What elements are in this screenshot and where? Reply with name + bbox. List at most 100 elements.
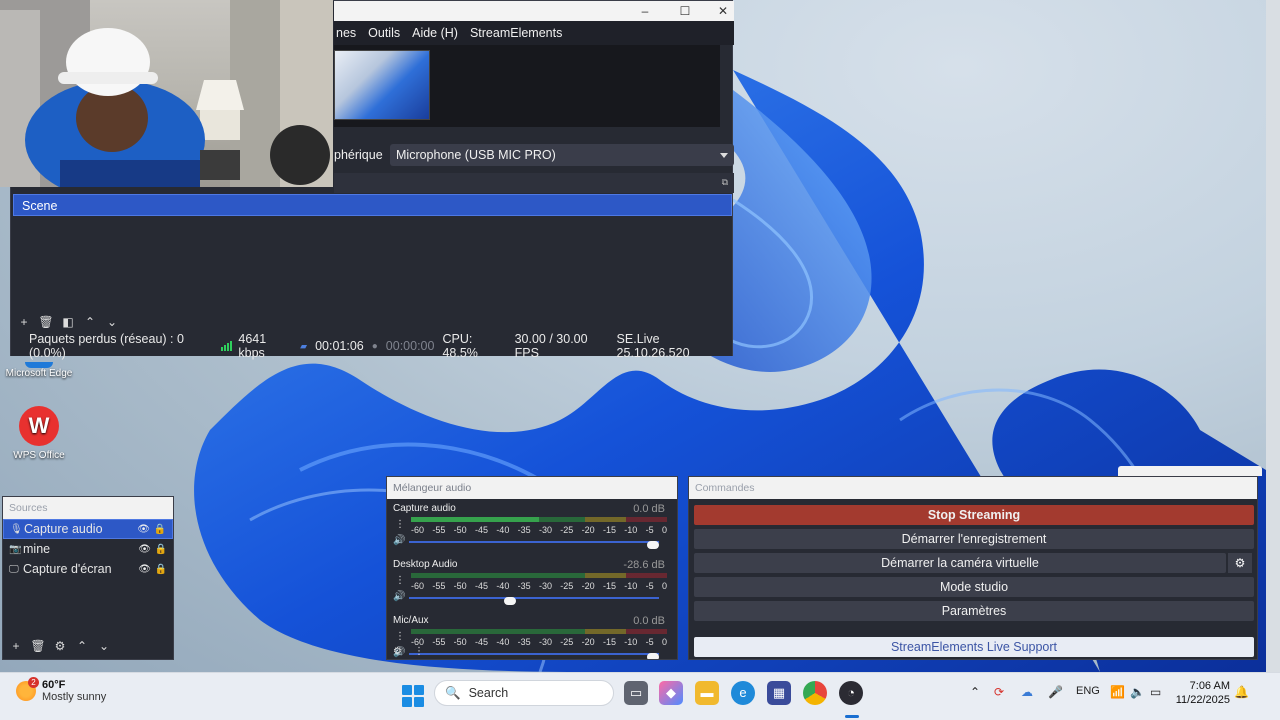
move-down-icon[interactable]: ⌄	[95, 637, 113, 655]
scale-tick: -35	[517, 525, 531, 535]
file-explorer-icon[interactable]: ▬	[695, 681, 719, 705]
kebab-menu-icon[interactable]: ⋮	[395, 519, 405, 530]
obs-icon[interactable]: ◔	[839, 681, 863, 705]
lock-icon[interactable]: 🔒	[154, 524, 166, 535]
virtual-camera-button[interactable]: Démarrer la caméra virtuelle	[694, 553, 1226, 573]
volume-handle[interactable]	[647, 653, 659, 659]
move-up-icon[interactable]: ⌃	[81, 313, 99, 331]
trash-icon[interactable]: 🗑	[37, 313, 55, 331]
clock[interactable]: 7:06 AM 11/22/2025	[1176, 679, 1230, 707]
speaker-icon[interactable]: 🔊	[393, 591, 405, 602]
scale-tick: -5	[645, 637, 654, 647]
weather-condition: Mostly sunny	[42, 691, 107, 703]
volume-row: 🔊	[393, 591, 669, 605]
scale-tick: -60	[411, 525, 425, 535]
undock-icon[interactable]: ⧉	[722, 177, 728, 188]
menu-help[interactable]: Aide (H)	[412, 26, 458, 40]
chevron-up-icon[interactable]: ⌃	[970, 685, 980, 699]
kebab-menu-icon[interactable]: ⋮	[395, 575, 405, 586]
move-down-icon[interactable]: ⌄	[103, 313, 121, 331]
desktop-icon-wps[interactable]: W WPS Office	[4, 406, 74, 461]
weather-widget[interactable]: 2 60°F Mostly sunny	[16, 677, 107, 703]
start-button[interactable]	[402, 685, 424, 707]
kebab-menu-icon[interactable]: ⋮	[395, 631, 405, 642]
wifi-icon[interactable]: 📶	[1110, 685, 1125, 699]
channel-db: -28.6 dB	[623, 559, 665, 571]
scale-tick: -35	[517, 581, 531, 591]
source-label: Capture audio	[24, 522, 103, 536]
store-icon[interactable]: ▦	[767, 681, 791, 705]
menubar: nes Outils Aide (H) StreamElements	[334, 21, 734, 45]
transitions-dock-tab[interactable]	[1118, 466, 1262, 476]
bitrate: 4641 kbps	[238, 332, 267, 360]
copilot-icon[interactable]: ◆	[659, 681, 683, 705]
add-icon[interactable]: +	[15, 313, 33, 331]
lock-icon[interactable]: 🔒	[155, 544, 167, 555]
bell-icon[interactable]: 🔔	[1234, 685, 1249, 699]
task-view-icon[interactable]: ▭	[624, 681, 648, 705]
volume-handle[interactable]	[647, 541, 659, 549]
scale-tick: -50	[453, 581, 467, 591]
eye-icon[interactable]: 👁	[138, 544, 151, 555]
active-app-indicator	[845, 715, 859, 718]
close-icon[interactable]: ✕	[708, 3, 738, 19]
scale-tick: -40	[496, 581, 510, 591]
level-meter	[411, 517, 667, 522]
language-indicator[interactable]: ENG	[1076, 685, 1100, 697]
source-item-screen-capture[interactable]: 🖵 Capture d'écran 👁 🔒	[3, 559, 173, 579]
microphone-icon[interactable]: 🎤	[1048, 685, 1063, 699]
menu-tools[interactable]: Outils	[368, 26, 400, 40]
advanced-audio-icon[interactable]: ⚙	[393, 646, 402, 657]
scene-item[interactable]: Scene	[13, 194, 732, 216]
record-time: 00:00:00	[385, 339, 435, 353]
start-recording-button[interactable]: Démarrer l'enregistrement	[694, 529, 1254, 549]
kebab-menu-icon[interactable]: ⋮	[414, 646, 424, 657]
trash-icon[interactable]: 🗑	[29, 637, 47, 655]
scale-tick: -30	[538, 637, 552, 647]
stop-streaming-button[interactable]: Stop Streaming	[694, 505, 1254, 525]
source-item-capture-audio[interactable]: 🎙 Capture audio 👁 🔒	[3, 519, 173, 539]
clock-time: 7:06 AM	[1189, 680, 1230, 692]
speaker-icon[interactable]: 🔈	[1130, 685, 1145, 699]
filter-icon[interactable]: ◧	[59, 313, 77, 331]
source-item-mine[interactable]: 📷 mine 👁 🔒	[3, 539, 173, 559]
gear-icon[interactable]: ⚙	[1228, 553, 1252, 573]
scale-tick: -45	[474, 637, 488, 647]
live-support-button[interactable]: StreamElements Live Support	[694, 637, 1254, 657]
menu-scenes[interactable]: nes	[336, 26, 356, 40]
source-label: Capture d'écran	[23, 562, 112, 576]
eye-icon[interactable]: 👁	[137, 524, 150, 535]
add-icon[interactable]: +	[7, 637, 25, 655]
stream-time: 00:01:06	[315, 339, 364, 353]
eye-icon[interactable]: 👁	[138, 564, 151, 575]
gear-icon[interactable]: ⚙	[51, 637, 69, 655]
meter-scale: -60 -55 -50 -45 -40 -35 -30 -25 -20 -15 -10 -5 0	[411, 525, 667, 535]
mixer-toolbar: ⚙ ⋮	[393, 646, 424, 657]
onedrive-icon[interactable]: ☁	[1021, 685, 1033, 699]
volume-slider[interactable]	[409, 541, 659, 549]
lock-icon[interactable]: 🔒	[155, 564, 167, 575]
taskbar-search[interactable]: 🔍 Search	[434, 680, 614, 706]
volume-slider[interactable]	[409, 597, 659, 605]
battery-icon[interactable]: ▭	[1150, 685, 1161, 699]
speaker-icon[interactable]: 🔊	[393, 535, 405, 546]
sources-dock: Sources 🎙 Capture audio 👁 🔒 📷 mine 👁 🔒 🖵…	[2, 496, 174, 660]
desktop-icon-edge[interactable]: Microsoft Edge	[4, 362, 74, 379]
volume-slider[interactable]	[409, 653, 659, 659]
move-up-icon[interactable]: ⌃	[73, 637, 91, 655]
edge-icon[interactable]: e	[731, 681, 755, 705]
minimize-icon[interactable]: –	[630, 3, 660, 19]
fps: 30.00 / 30.00 FPS	[514, 332, 588, 360]
menu-streamelements[interactable]: StreamElements	[470, 26, 562, 40]
studio-mode-button[interactable]: Mode studio	[694, 577, 1254, 597]
meter-scale: -60 -55 -50 -45 -40 -35 -30 -25 -20 -15 -10 -5 0	[411, 581, 667, 591]
titlebar: – ☐ ✕	[334, 1, 734, 21]
audio-mixer-dock: Mélangeur audio Capture audio 0.0 dB ⋮ -60-…	[386, 476, 678, 660]
maximize-icon[interactable]: ☐	[670, 3, 700, 19]
volume-handle[interactable]	[504, 597, 516, 605]
device-select[interactable]: Microphone (USB MIC PRO)	[390, 144, 734, 166]
chrome-icon[interactable]	[803, 681, 827, 705]
settings-button[interactable]: Paramètres	[694, 601, 1254, 621]
scale-tick: -30	[538, 525, 552, 535]
sync-icon[interactable]: ⟳	[994, 685, 1004, 699]
